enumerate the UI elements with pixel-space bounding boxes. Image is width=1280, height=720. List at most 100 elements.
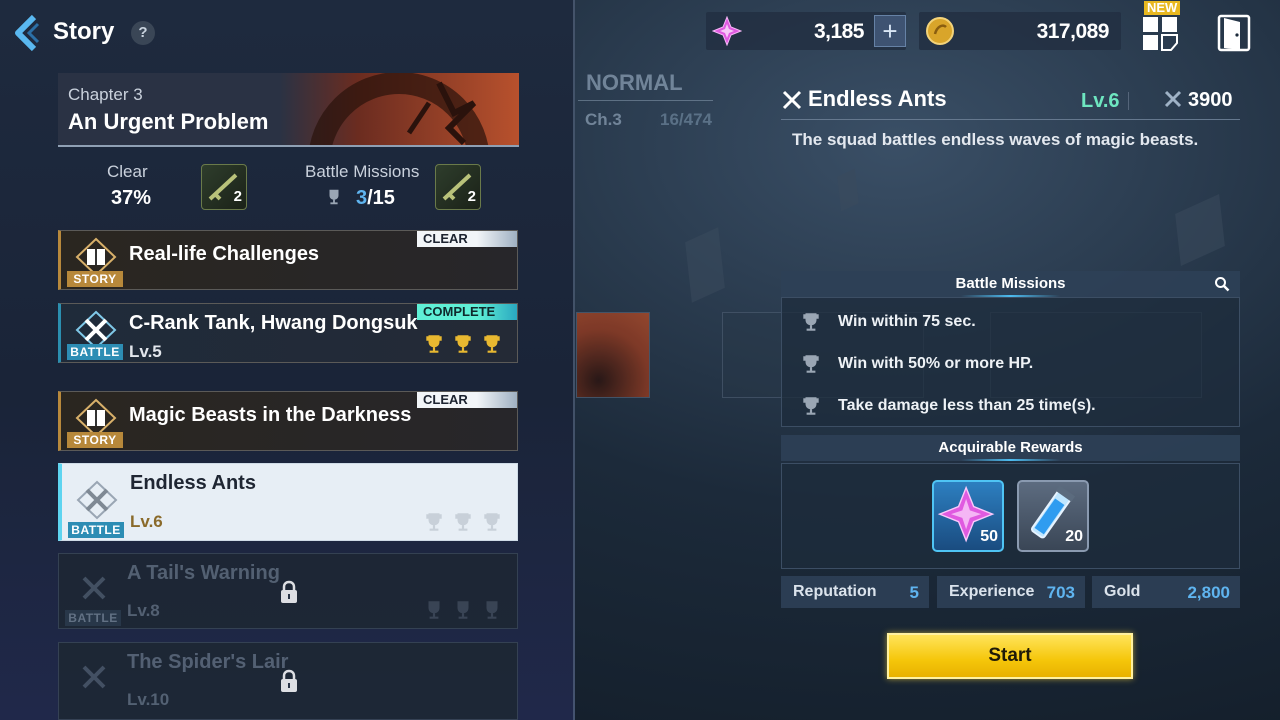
crossed-swords-icon bbox=[82, 665, 106, 689]
detail-title: Endless Ants bbox=[808, 86, 947, 111]
trophy-row bbox=[423, 333, 503, 355]
mission-item-c-rank-tank[interactable]: BATTLE C-Rank Tank, Hwang Dongsuk Lv.5 C… bbox=[58, 303, 518, 363]
mission-item-a-tails-warning[interactable]: BATTLE A Tail's Warning Lv.8 bbox=[58, 553, 518, 629]
mission-item-real-life-challenges[interactable]: STORY Real-life Challenges CLEAR bbox=[58, 230, 518, 290]
trophy-row bbox=[423, 511, 503, 533]
gold-trophy-icon bbox=[484, 335, 500, 353]
trophy-row bbox=[423, 599, 503, 621]
battle-missions-header: Battle Missions bbox=[781, 271, 1240, 297]
detail-level: Lv.6 bbox=[1081, 90, 1120, 112]
status-tag-complete: COMPLETE bbox=[417, 304, 517, 320]
bg-divider-line bbox=[578, 100, 713, 101]
battle-missions-total: /15 bbox=[367, 187, 395, 209]
gold-stat: Gold 2,800 bbox=[1092, 576, 1240, 608]
mission-item-endless-ants[interactable]: BATTLE Endless Ants Lv.6 bbox=[58, 463, 518, 541]
status-tag-clear: CLEAR bbox=[417, 392, 517, 408]
mission-title: Real-life Challenges bbox=[129, 243, 320, 265]
chapter-number: Chapter 3 bbox=[68, 85, 143, 104]
missions-reward-thumb[interactable]: 2 bbox=[435, 164, 481, 210]
back-arrow-icon[interactable] bbox=[12, 14, 42, 52]
trophy-icon bbox=[803, 313, 819, 331]
start-button[interactable]: Start bbox=[887, 633, 1133, 679]
gem-amount: 3,185 bbox=[813, 20, 865, 43]
help-button[interactable]: ? bbox=[131, 21, 155, 45]
mission-title: A Tail's Warning bbox=[127, 562, 280, 584]
mission-title: The Spider's Lair bbox=[127, 651, 289, 673]
reputation-label: Reputation bbox=[793, 583, 877, 600]
lock-icon bbox=[281, 580, 297, 603]
story-badge: STORY bbox=[67, 271, 123, 287]
battle-missions-done: 3 bbox=[356, 187, 368, 209]
detail-description: The squad battles endless waves of magic… bbox=[792, 130, 1199, 149]
mission-item-the-spiders-lair[interactable]: The Spider's Lair Lv.10 bbox=[58, 642, 518, 720]
experience-value: 703 bbox=[1046, 583, 1075, 602]
bg-progress-label: 16/474 bbox=[660, 110, 712, 129]
bg-difficulty-label: NORMAL bbox=[586, 70, 683, 95]
battle-mission-text: Win with 50% or more HP. bbox=[838, 355, 1034, 372]
gold-coin-icon bbox=[926, 17, 954, 45]
add-gems-button[interactable]: + bbox=[874, 15, 906, 47]
empty-trophy-icon bbox=[428, 601, 440, 619]
missions-reward-count: 2 bbox=[467, 188, 476, 205]
mission-title: C-Rank Tank, Hwang Dongsuk bbox=[129, 312, 418, 334]
clear-reward-thumb[interactable]: 2 bbox=[201, 164, 247, 210]
chapter-header: Chapter 3 An Urgent Problem bbox=[58, 73, 519, 147]
menu-grid-icon[interactable] bbox=[1141, 15, 1179, 51]
battle-mission-text: Take damage less than 25 time(s). bbox=[838, 397, 1096, 414]
reward-qty: 20 bbox=[1065, 528, 1083, 545]
battle-missions-label: Battle Missions bbox=[305, 162, 420, 181]
reward-item-crystal[interactable]: 50 bbox=[932, 480, 1004, 552]
clear-reward-count: 2 bbox=[233, 188, 242, 205]
trophy-icon bbox=[329, 189, 339, 205]
empty-trophy-icon bbox=[455, 513, 471, 531]
crossed-swords-icon bbox=[782, 90, 802, 110]
mission-level: Lv.10 bbox=[127, 690, 170, 709]
clear-label: Clear bbox=[107, 162, 148, 181]
battle-missions-header-label: Battle Missions bbox=[955, 275, 1066, 292]
lock-icon bbox=[281, 669, 297, 692]
mission-level: Lv.5 bbox=[129, 342, 162, 361]
empty-trophy-icon bbox=[457, 601, 469, 619]
gold-value: 2,800 bbox=[1187, 583, 1230, 602]
gold-currency: 317,089 bbox=[919, 12, 1121, 50]
new-badge: NEW bbox=[1144, 1, 1181, 15]
search-icon[interactable] bbox=[1214, 276, 1230, 292]
gold-trophy-icon bbox=[426, 335, 442, 353]
bg-chapter-label: Ch.3 bbox=[585, 110, 622, 129]
battle-mission-row: Win within 75 sec. bbox=[800, 309, 976, 335]
battle-badge: BATTLE bbox=[65, 610, 121, 626]
trophy-icon bbox=[803, 355, 819, 373]
detail-separator bbox=[1128, 92, 1129, 110]
gold-trophy-icon bbox=[455, 335, 471, 353]
panel-divider bbox=[573, 0, 575, 720]
reputation-stat: Reputation 5 bbox=[781, 576, 929, 608]
mission-item-magic-beasts[interactable]: STORY Magic Beasts in the Darkness CLEAR bbox=[58, 391, 518, 451]
recommended-power: 3900 bbox=[1188, 89, 1233, 111]
detail-divider bbox=[781, 119, 1240, 120]
page-title: Story bbox=[53, 18, 115, 45]
clear-value: 37% bbox=[111, 187, 152, 209]
mission-level: Lv.8 bbox=[127, 601, 160, 620]
battle-badge: BATTLE bbox=[67, 344, 123, 360]
battle-mission-row: Take damage less than 25 time(s). bbox=[800, 393, 1096, 419]
reputation-value: 5 bbox=[909, 583, 919, 602]
experience-stat: Experience 703 bbox=[937, 576, 1085, 608]
gold-label: Gold bbox=[1104, 583, 1141, 600]
exit-door-icon[interactable] bbox=[1216, 13, 1252, 53]
trophy-icon bbox=[803, 397, 819, 415]
reward-item-vial[interactable]: 20 bbox=[1017, 480, 1089, 552]
chapter-art-image bbox=[309, 73, 489, 145]
mission-title: Magic Beasts in the Darkness bbox=[129, 404, 412, 426]
bg-shard bbox=[1175, 194, 1225, 266]
empty-trophy-icon bbox=[484, 513, 500, 531]
empty-trophy-icon bbox=[486, 601, 498, 619]
battle-badge: BATTLE bbox=[68, 522, 124, 538]
battle-missions-progress: 3/15 bbox=[356, 187, 395, 210]
chapter-name: An Urgent Problem bbox=[68, 109, 269, 134]
gem-currency: 3,185 + bbox=[706, 12, 906, 50]
rewards-header: Acquirable Rewards bbox=[781, 435, 1240, 461]
pink-crystal-icon bbox=[712, 16, 742, 46]
reward-qty: 50 bbox=[980, 528, 998, 545]
experience-label: Experience bbox=[949, 583, 1035, 600]
bg-shard bbox=[837, 168, 859, 212]
